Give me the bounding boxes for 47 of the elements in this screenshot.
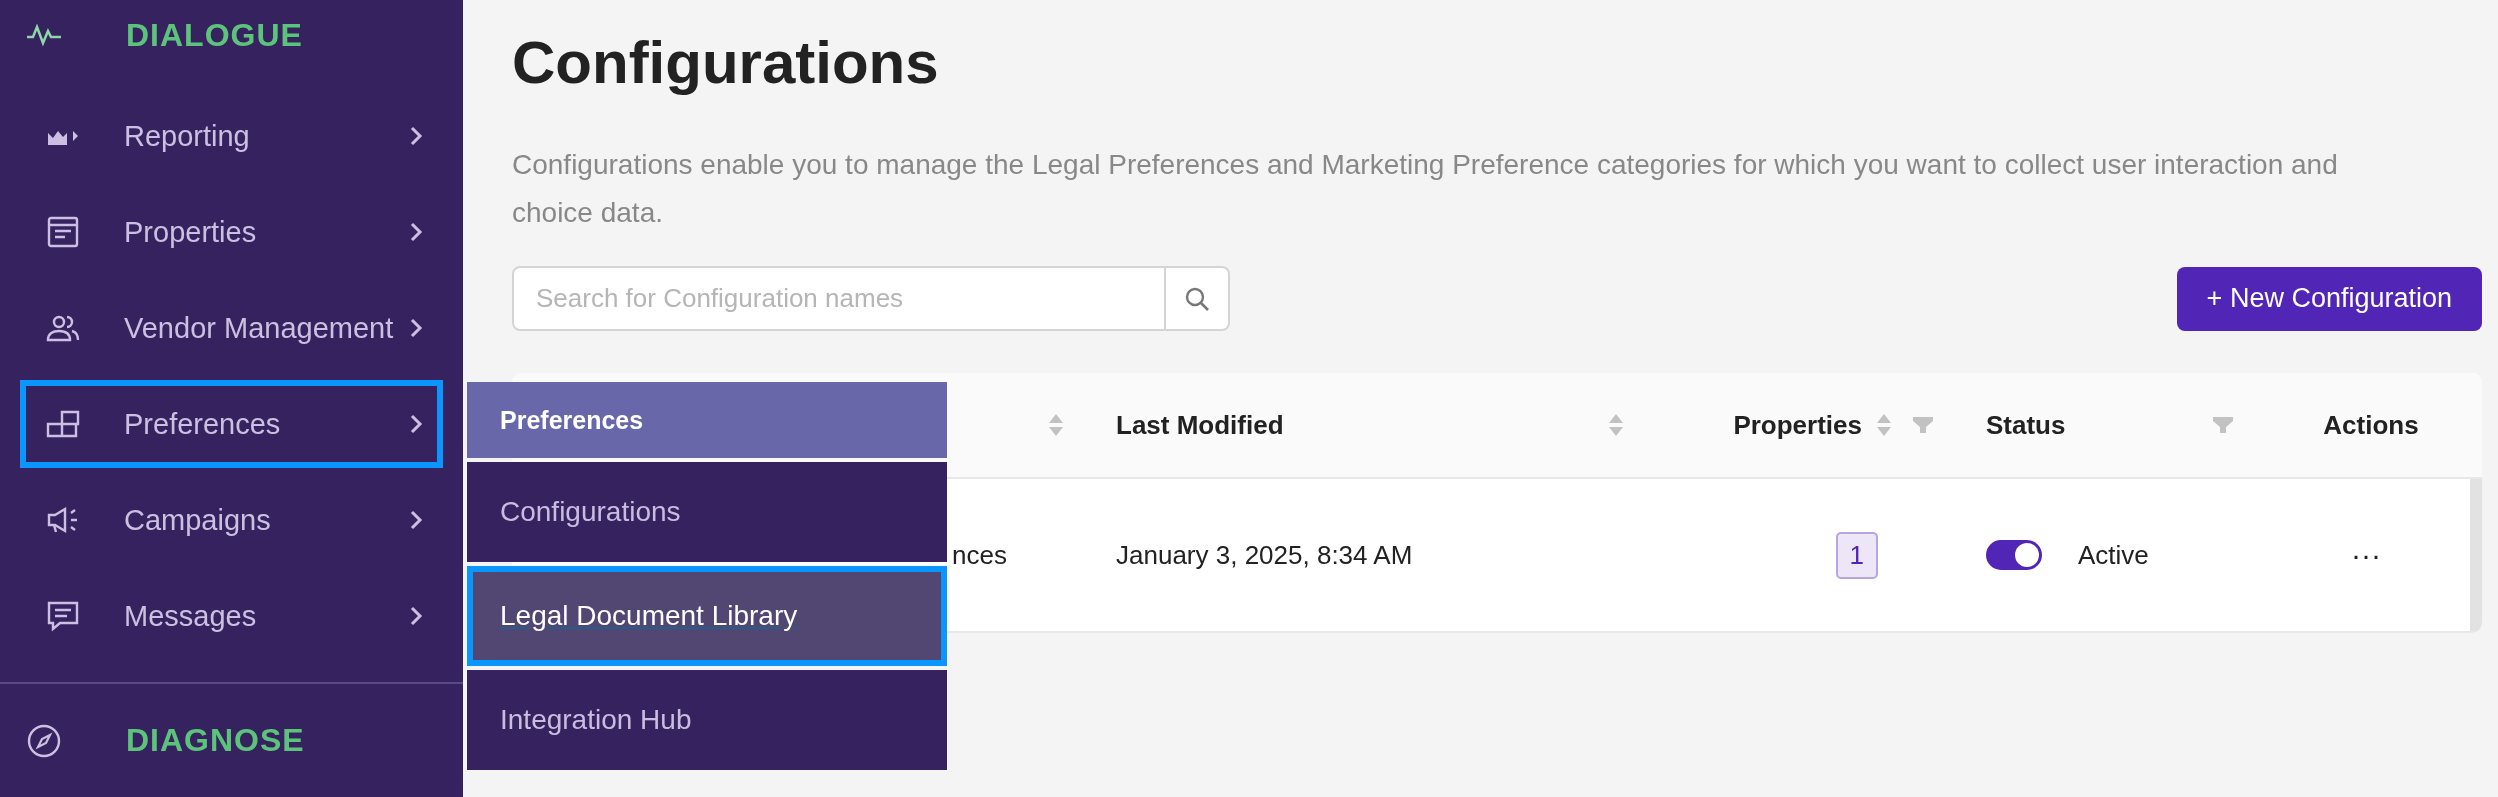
actions-menu-button[interactable]: ··· xyxy=(2345,537,2387,573)
filter-icon[interactable] xyxy=(2212,415,2234,435)
flyout-item[interactable]: Legal Document Library xyxy=(467,566,947,666)
megaphone-icon xyxy=(46,505,80,535)
section-title: DIAGNOSE xyxy=(126,722,305,759)
section-title: DIALOGUE xyxy=(126,16,303,54)
sidebar-item[interactable]: Properties xyxy=(20,188,443,276)
document-icon xyxy=(46,215,80,249)
compass-icon xyxy=(26,722,62,759)
column-header: Last Modified xyxy=(1116,409,1284,441)
chevron-right-icon xyxy=(409,317,423,339)
chevron-right-icon xyxy=(409,605,423,627)
table-cell: nces xyxy=(952,539,1007,571)
blocks-icon xyxy=(46,410,80,438)
people-icon xyxy=(46,314,80,342)
sidebar-item[interactable]: Vendor Management xyxy=(20,284,443,372)
column-header: Status xyxy=(1986,409,2066,441)
sort-icon[interactable] xyxy=(1876,412,1892,438)
count-badge: 1 xyxy=(1835,531,1878,579)
new-configuration-button[interactable]: + New Configuration xyxy=(2176,266,2482,331)
chevron-right-icon xyxy=(409,509,423,531)
search-icon xyxy=(1184,285,1210,312)
column-header: Actions xyxy=(2323,409,2419,441)
page-title: Configurations xyxy=(512,28,940,97)
sidebar-item[interactable]: Preferences xyxy=(20,380,443,468)
filter-icon[interactable] xyxy=(1912,415,1934,435)
flyout-item[interactable]: Integration Hub xyxy=(467,670,947,770)
sort-icon[interactable] xyxy=(1048,412,1064,438)
chevron-right-icon xyxy=(409,125,423,147)
status-label: Active xyxy=(2078,539,2149,571)
chevron-right-icon xyxy=(409,413,423,435)
sidebar-item[interactable]: Campaigns xyxy=(20,476,443,564)
search-field[interactable]: Search for Configuration names xyxy=(512,266,1166,331)
sidebar-item[interactable]: Reporting xyxy=(20,92,443,180)
flyout-item[interactable]: Configurations xyxy=(467,462,947,562)
search-button[interactable] xyxy=(1166,266,1230,331)
pulse-icon xyxy=(26,23,62,47)
flyout-title: Preferences xyxy=(500,405,644,435)
scrollbar[interactable] xyxy=(2470,479,2482,631)
sidebar-item[interactable]: Messages xyxy=(20,572,443,660)
status-toggle[interactable] xyxy=(1986,540,2042,570)
chat-icon xyxy=(46,600,80,632)
column-header: Properties xyxy=(1733,409,1862,441)
chevron-right-icon xyxy=(409,221,423,243)
page-description: Configurations enable you to manage the Legal Preferences and Marketing Preference categories for which you want to collect user interaction and choice data. xyxy=(512,148,2339,230)
table-cell: January 3, 2025, 8:34 AM xyxy=(1116,539,1413,571)
sort-icon[interactable] xyxy=(1608,412,1624,438)
